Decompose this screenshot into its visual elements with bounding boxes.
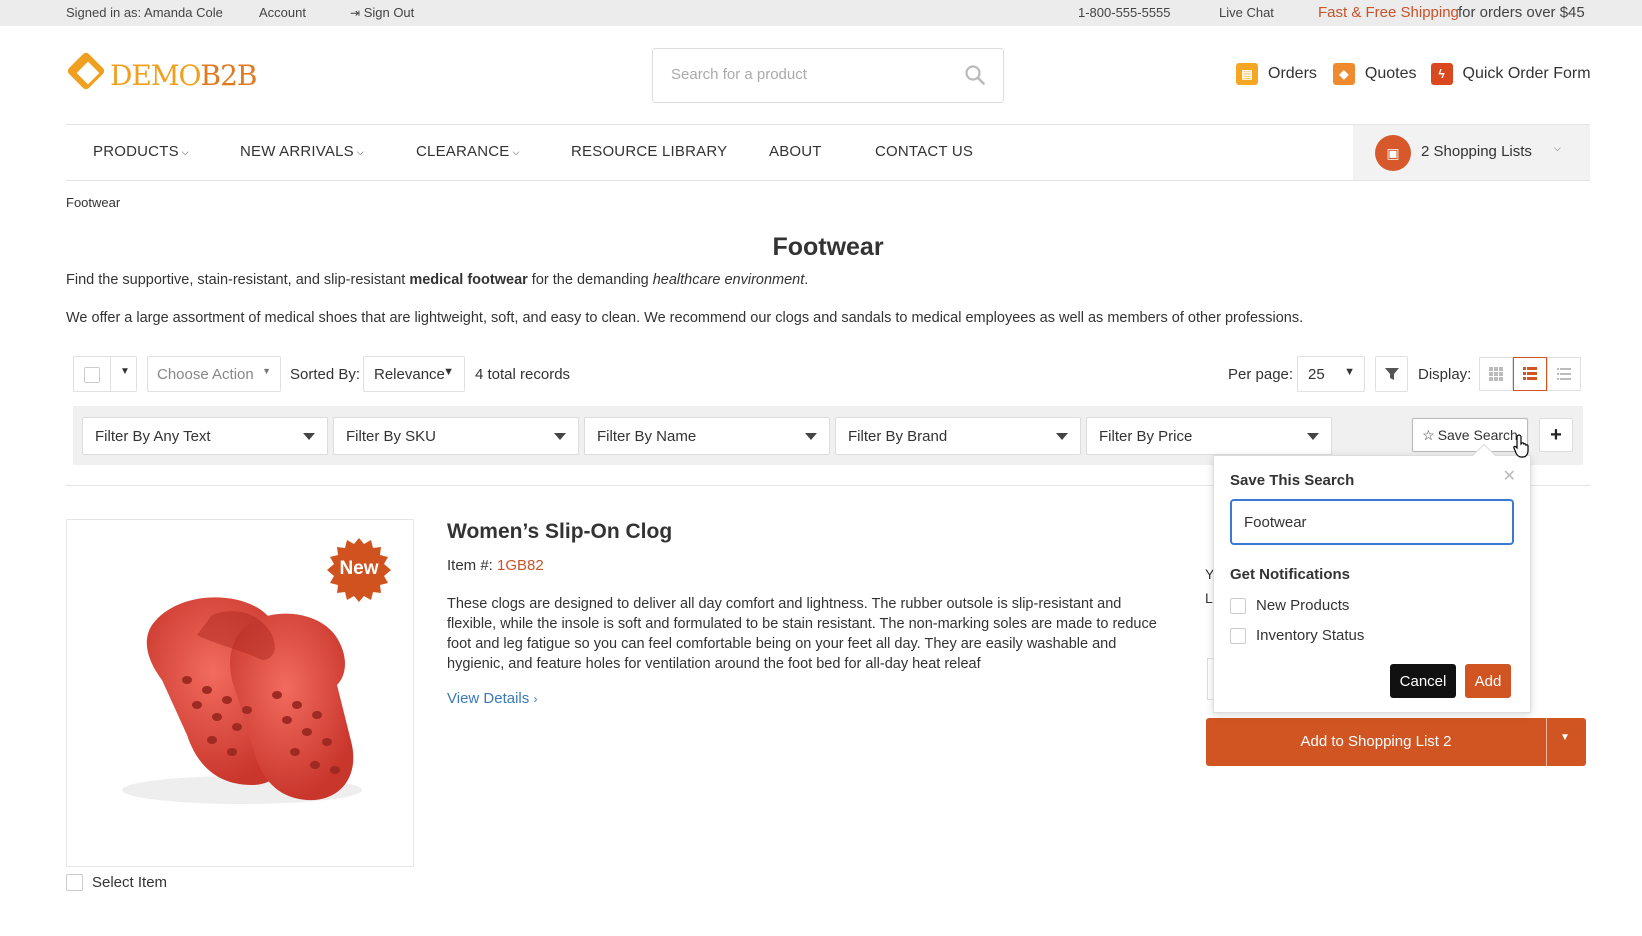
category-description-2: We offer a large assortment of medical s… [66, 310, 1304, 326]
orders-icon: ▤ [1236, 63, 1258, 85]
chevron-down-icon: ⌵ [512, 147, 520, 157]
sign-out-link[interactable]: ⇥ Sign Out [350, 5, 414, 20]
product-description: These clogs are designed to deliver all … [447, 596, 1157, 672]
inventory-status-checkbox[interactable] [1230, 627, 1246, 644]
filter-any-text[interactable]: Filter By Any Text [82, 417, 328, 455]
save-search-button[interactable]: ☆ Save Search [1412, 418, 1528, 452]
filter-sku[interactable]: Filter By SKU [333, 417, 579, 455]
nav-clearance[interactable]: CLEARANCE ⌵ [416, 143, 520, 160]
chevron-right-icon: › [533, 692, 538, 706]
filter-toggle-button[interactable] [1375, 356, 1408, 392]
filter-price[interactable]: Filter By Price [1086, 417, 1332, 455]
signed-in-text: Signed in as: Amanda Cole [66, 5, 223, 20]
sort-select[interactable]: Relevance ▼ [363, 356, 465, 392]
select-all-checkbox[interactable] [84, 367, 100, 383]
shopping-lists-label: 2 Shopping Lists [1421, 143, 1532, 160]
phone-number[interactable]: 1-800-555-5555 [1078, 5, 1171, 20]
account-link[interactable]: Account [259, 5, 306, 20]
compact-view-button[interactable] [1547, 357, 1581, 391]
caret-down-icon [1056, 433, 1068, 440]
close-icon[interactable]: ✕ [1503, 466, 1516, 486]
search-box [652, 48, 1004, 103]
top-bar: Signed in as: Amanda Cole Account ⇥ Sign… [0, 0, 1642, 26]
caret-down-icon[interactable]: ▼ [1560, 732, 1570, 743]
item-number: Item #: 1GB82 [447, 557, 544, 574]
header-links: ▤ Orders ◆ Quotes ϟ Quick Order Form [1236, 63, 1591, 85]
filter-icon [1385, 368, 1399, 380]
popover-title: Save This Search [1230, 472, 1355, 489]
caret-down-icon: ▼ [1344, 366, 1355, 378]
list-view-button[interactable] [1513, 357, 1547, 391]
choose-action-select[interactable]: Choose Action ▼ [147, 356, 281, 392]
nav-products[interactable]: PRODUCTS ⌵ [93, 143, 189, 160]
add-to-shopping-list-button[interactable]: Add to Shopping List 2 ▼ [1206, 718, 1586, 766]
quotes-link[interactable]: ◆ Quotes [1332, 63, 1417, 85]
compact-list-icon [1557, 368, 1571, 380]
obscured-text: L [1205, 590, 1213, 606]
chevron-down-icon: ⌵ [181, 147, 189, 157]
per-page-label: Per page: [1228, 366, 1294, 383]
nav-new-arrivals[interactable]: NEW ARRIVALS ⌵ [240, 143, 364, 160]
caret-down-icon [554, 433, 566, 440]
new-products-checkbox[interactable] [1230, 597, 1246, 614]
live-chat-link[interactable]: Live Chat [1219, 5, 1274, 20]
total-records: 4 total records [475, 366, 571, 383]
new-badge: New [339, 558, 379, 579]
list-icon [1523, 367, 1537, 380]
sorted-by-label: Sorted By: [290, 366, 361, 383]
shopping-lists-dropdown[interactable]: ▣ 2 Shopping Lists ⌵ [1353, 125, 1590, 180]
nav-about[interactable]: ABOUT [769, 143, 822, 160]
caret-down-icon: ▼ [262, 366, 271, 376]
logo-mark-icon [66, 51, 106, 95]
caret-down-icon [1307, 433, 1319, 440]
add-button[interactable]: Add [1465, 664, 1511, 698]
chevron-down-icon: ⌵ [1554, 143, 1561, 153]
nav-contact-us[interactable]: CONTACT US [875, 143, 973, 160]
logo[interactable]: DEMOB2B [66, 51, 258, 95]
grid-view-button[interactable] [1479, 357, 1513, 391]
orders-link[interactable]: ▤ Orders [1236, 63, 1317, 85]
category-description: Find the supportive, stain-resistant, an… [66, 272, 809, 288]
caret-down-icon[interactable]: ▼ [120, 366, 130, 377]
grid-icon [1489, 367, 1503, 381]
promo-text: for orders over $45 [1458, 4, 1585, 21]
sign-out-icon: ⇥ [350, 6, 361, 20]
select-all-dropdown[interactable]: ▼ [73, 356, 137, 392]
select-item-checkbox[interactable] [66, 874, 83, 891]
search-input[interactable] [671, 66, 951, 83]
filter-name[interactable]: Filter By Name [584, 417, 830, 455]
breadcrumb[interactable]: Footwear [66, 195, 120, 210]
view-details-link[interactable]: View Details › [447, 690, 537, 707]
main-nav: PRODUCTS ⌵ NEW ARRIVALS ⌵ CLEARANCE ⌵ RESOU… [66, 124, 1590, 181]
caret-down-icon [303, 433, 315, 440]
add-filter-button[interactable]: + [1539, 418, 1573, 452]
cancel-button[interactable]: Cancel [1390, 664, 1456, 698]
product-image[interactable]: New [66, 519, 414, 867]
search-icon[interactable] [965, 65, 985, 85]
page-title: Footwear [772, 233, 884, 261]
search-name-input[interactable] [1230, 499, 1514, 545]
shopping-list-icon: ▣ [1375, 135, 1411, 171]
tag-icon: ◆ [1332, 63, 1355, 85]
save-search-popover: ✕ Save This Search Get Notifications New… [1213, 443, 1531, 713]
select-item[interactable]: Select Item [66, 874, 167, 891]
notifications-heading: Get Notifications [1230, 566, 1351, 583]
new-products-option[interactable]: New Products [1230, 597, 1349, 614]
filter-brand[interactable]: Filter By Brand [835, 417, 1081, 455]
inventory-status-option[interactable]: Inventory Status [1230, 627, 1364, 644]
lightning-icon: ϟ [1430, 63, 1453, 85]
logo-text-b2b: B2B [200, 58, 258, 92]
hand-cursor-icon [1513, 434, 1529, 458]
logo-text-demo: DEMO [110, 58, 202, 92]
product-name[interactable]: Women’s Slip-On Clog [447, 520, 672, 544]
nav-resource-library[interactable]: RESOURCE LIBRARY [571, 143, 727, 160]
caret-down-icon [805, 433, 817, 440]
display-label: Display: [1418, 366, 1472, 383]
promo-highlight[interactable]: Fast & Free Shipping [1318, 4, 1459, 21]
per-page-select[interactable]: 25 ▼ [1297, 356, 1365, 392]
caret-down-icon: ▼ [443, 366, 454, 378]
chevron-down-icon: ⌵ [356, 147, 364, 157]
star-icon: ☆ [1422, 426, 1435, 443]
quick-order-link[interactable]: ϟ Quick Order Form [1430, 63, 1591, 85]
